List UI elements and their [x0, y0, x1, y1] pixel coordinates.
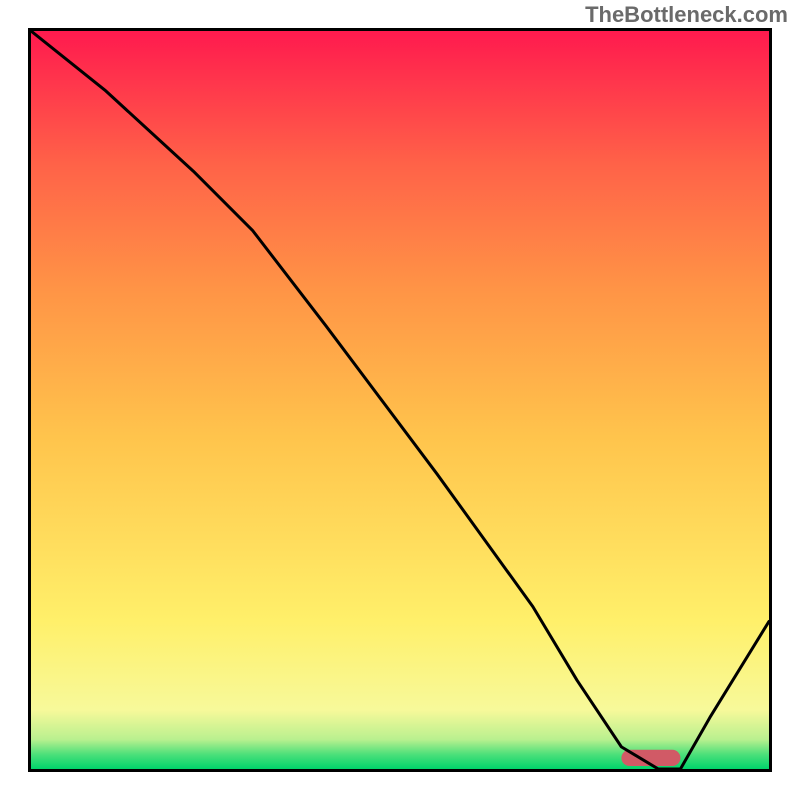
- chart-frame: [28, 28, 772, 772]
- watermark-text: TheBottleneck.com: [585, 2, 788, 28]
- chart-container: TheBottleneck.com: [0, 0, 800, 800]
- gradient-fill: [31, 31, 769, 769]
- chart-svg: [31, 31, 769, 769]
